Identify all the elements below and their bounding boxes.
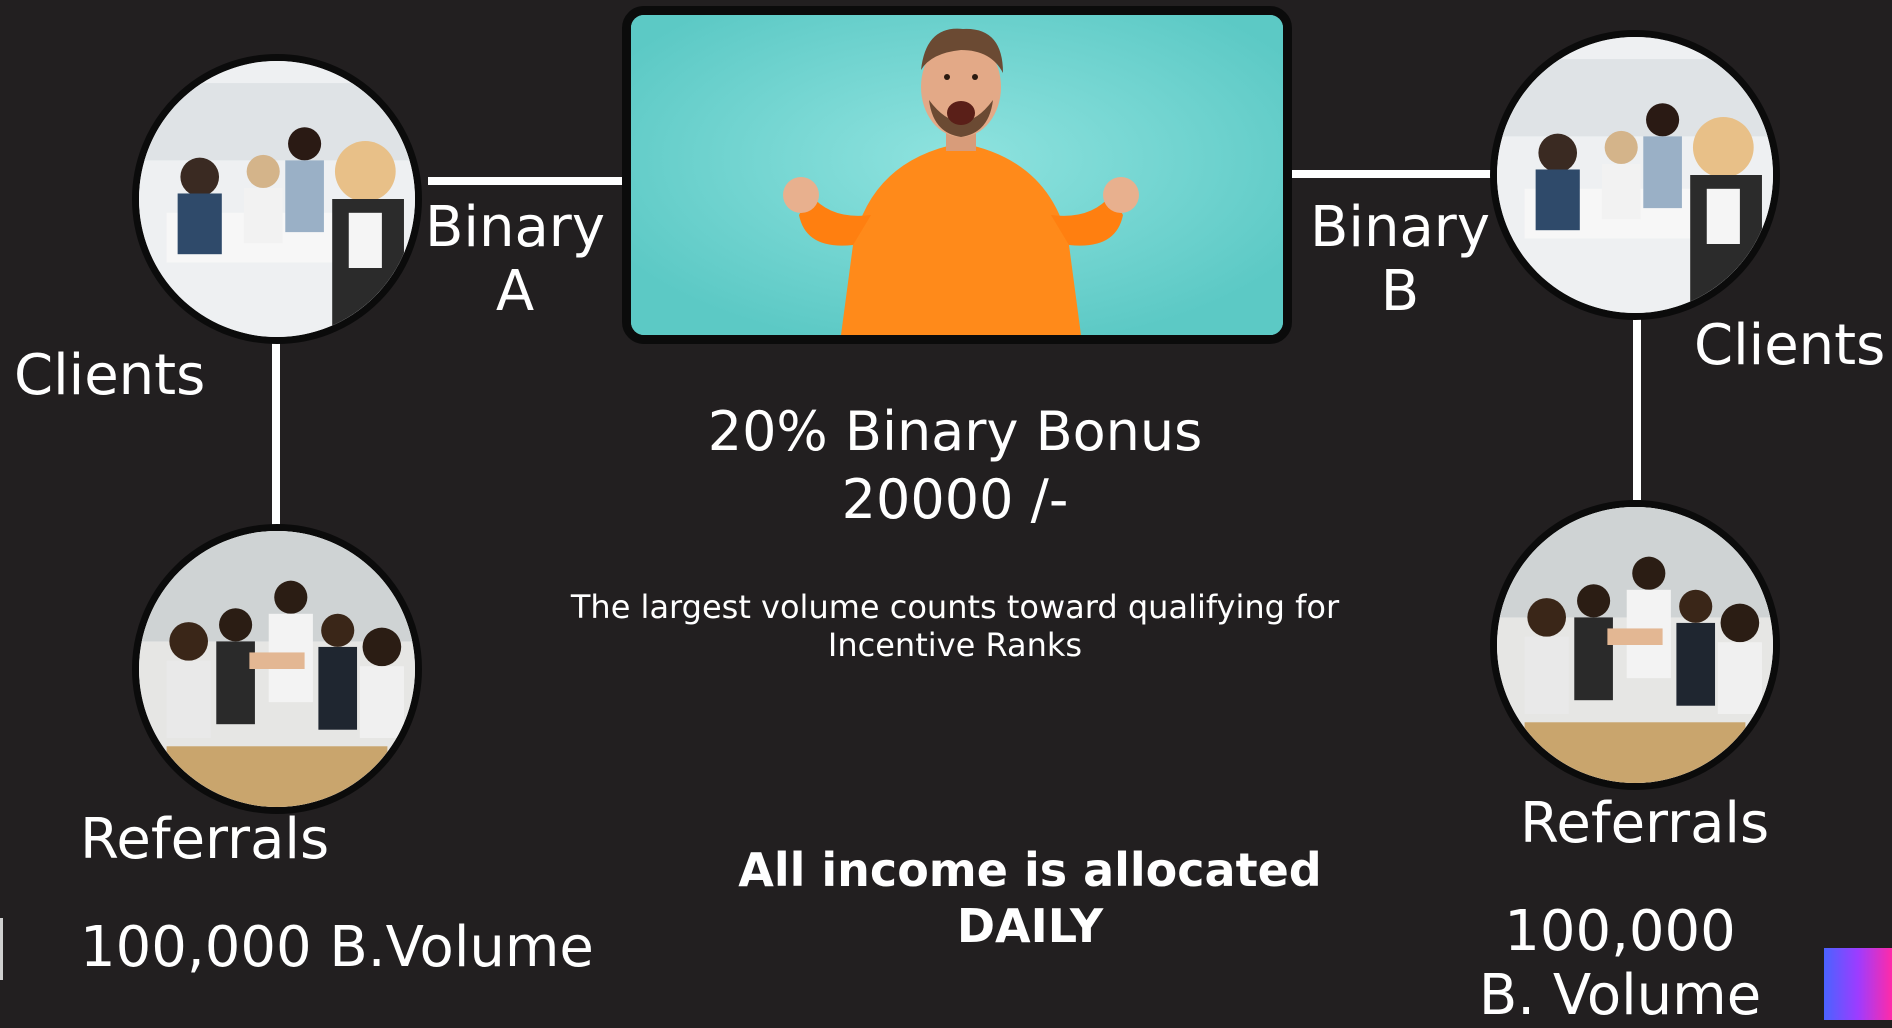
corner-gradient-accent xyxy=(1824,948,1892,1020)
qualification-note: The largest volume counts toward qualify… xyxy=(520,588,1390,664)
clients-label-left: Clients xyxy=(14,343,206,408)
bonus-title: 20% Binary Bonus xyxy=(707,400,1203,463)
excited-man-illustration xyxy=(631,15,1283,335)
binary-a-line2: A xyxy=(495,259,535,324)
binary-b-line1: Binary xyxy=(1310,195,1490,260)
edge-marker xyxy=(0,918,3,980)
clients-photo-left xyxy=(132,54,422,344)
binary-b-line2: B xyxy=(1380,259,1420,324)
clients-label-right: Clients xyxy=(1694,313,1886,378)
note-line2: Incentive Ranks xyxy=(827,626,1083,664)
referrals-label-right: Referrals xyxy=(1520,791,1770,856)
binary-a-label: Binary A xyxy=(420,196,610,324)
referrals-label-left: Referrals xyxy=(80,807,330,872)
volume-label-right: 100,000 B. Volume xyxy=(1440,900,1800,1028)
binary-bonus-block: 20% Binary Bonus 20000 /- xyxy=(620,398,1290,534)
referrals-photo-right xyxy=(1490,500,1780,790)
volume-right-line1: 100,000 xyxy=(1504,899,1736,964)
connector-left-vertical xyxy=(272,336,280,532)
bonus-amount: 20000 /- xyxy=(841,468,1069,531)
allocation-line2: DAILY xyxy=(956,899,1104,953)
allocation-line1: All income is allocated xyxy=(738,843,1322,897)
volume-right-line2: B. Volume xyxy=(1478,963,1762,1028)
note-line1: The largest volume counts toward qualify… xyxy=(570,588,1340,626)
binary-a-line1: Binary xyxy=(425,195,605,260)
clients-photo-right xyxy=(1490,30,1780,320)
team-high-five-illustration xyxy=(139,531,415,807)
connector-left-horizontal xyxy=(428,177,634,185)
hero-image xyxy=(622,6,1292,344)
office-team-illustration xyxy=(139,61,415,337)
allocation-notice: All income is allocated DAILY xyxy=(630,842,1430,954)
team-high-five-illustration xyxy=(1497,507,1773,783)
connector-right-vertical xyxy=(1633,314,1641,500)
volume-label-left: 100,000 B.Volume xyxy=(80,915,594,980)
binary-b-label: Binary B xyxy=(1305,196,1495,324)
connector-right-horizontal xyxy=(1290,170,1496,178)
office-team-illustration xyxy=(1497,37,1773,313)
referrals-photo-left xyxy=(132,524,422,814)
